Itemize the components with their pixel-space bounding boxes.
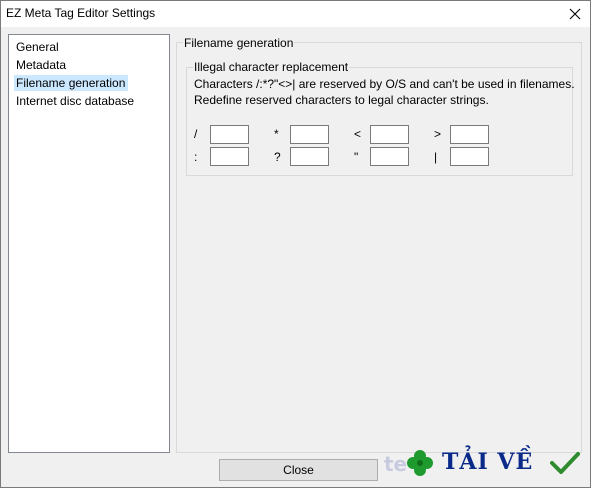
sidebar-item-general[interactable]: General [14, 39, 62, 55]
replacement-field-greater-than[interactable] [450, 125, 489, 144]
close-icon[interactable] [560, 1, 590, 27]
sidebar-item-label: General [16, 40, 59, 54]
settings-category-list[interactable]: General Metadata Filename generation Int… [8, 34, 170, 453]
char-label-pipe: | [434, 150, 438, 164]
replacement-field-less-than[interactable] [370, 125, 409, 144]
svg-text:te: te [384, 452, 407, 476]
sidebar-item-internet-disc-database[interactable]: Internet disc database [14, 93, 137, 109]
sidebar-item-filename-generation[interactable]: Filename generation [14, 75, 129, 91]
char-label-less-than: < [354, 127, 362, 141]
panel-title: Filename generation [183, 36, 295, 50]
close-button[interactable]: Close [219, 459, 378, 481]
replacement-field-pipe[interactable] [450, 147, 489, 166]
sidebar-item-label: Metadata [16, 58, 67, 72]
sidebar-item-label: Internet disc database [16, 94, 135, 108]
char-label-asterisk: * [274, 127, 279, 141]
char-label-colon: : [194, 150, 198, 164]
sidebar-item-label: Filename generation [16, 76, 126, 90]
replacement-field-colon[interactable] [210, 147, 249, 166]
replacement-field-question[interactable] [290, 147, 329, 166]
watermark-text: TẢI VỀ [442, 449, 534, 475]
title-bar: EZ Meta Tag Editor Settings [1, 1, 590, 27]
char-label-greater-than: > [434, 127, 442, 141]
reserved-characters-description: Characters /:*?"<>| are reserved by O/S … [194, 77, 575, 91]
check-icon [550, 452, 580, 474]
redefine-description: Redefine reserved characters to legal ch… [194, 93, 489, 107]
clover-logo-icon: te [384, 450, 433, 476]
char-label-quote: " [354, 150, 359, 164]
replacement-field-slash[interactable] [210, 125, 249, 144]
watermark-logo: te TẢI VỀ [382, 445, 582, 481]
sidebar-item-metadata[interactable]: Metadata [14, 57, 69, 73]
window-title: EZ Meta Tag Editor Settings [6, 6, 156, 20]
replacement-field-asterisk[interactable] [290, 125, 329, 144]
replacement-field-quote[interactable] [370, 147, 409, 166]
group-title: Illegal character replacement [193, 60, 350, 74]
char-label-slash: / [194, 127, 198, 141]
char-label-question: ? [274, 150, 281, 164]
